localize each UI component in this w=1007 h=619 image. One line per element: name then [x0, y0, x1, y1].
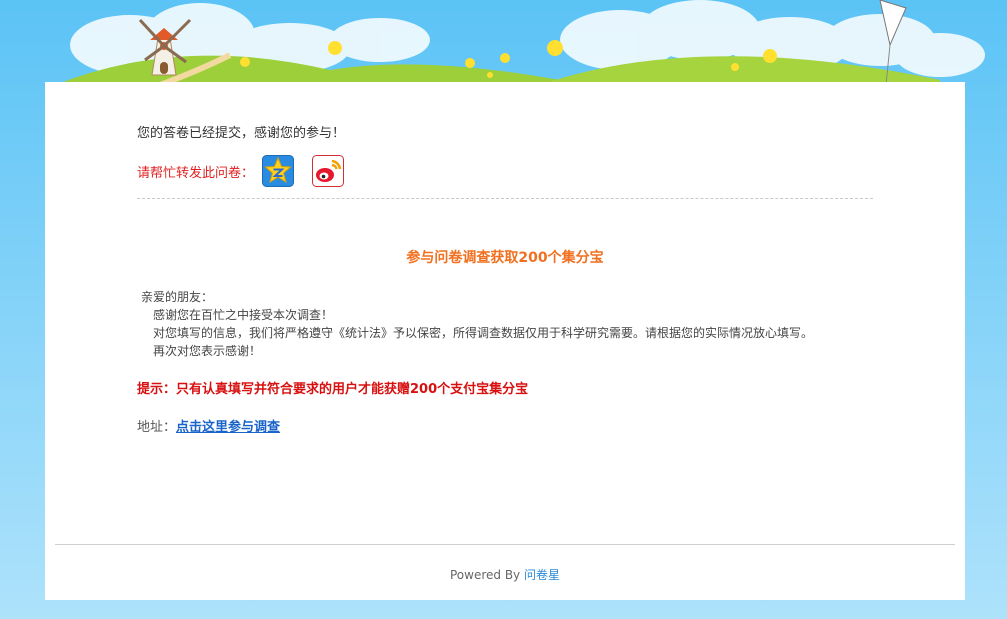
powered-by-text: Powered By [449, 568, 521, 582]
footer-divider [55, 544, 955, 545]
letter-line: 感谢您在百忙之中接受本次调查！ [153, 308, 334, 322]
brand-link[interactable]: 问卷星 [524, 568, 560, 582]
survey-headline: 参与问卷调查获取200个集分宝 [406, 250, 604, 266]
survey-link[interactable]: 点击这里参与调查 [176, 420, 280, 435]
reward-tip: 提示：只有认真填写并符合要求的用户才能获赠200个支付宝集分宝 [137, 382, 529, 397]
letter-greeting: 亲爱的朋友： [141, 290, 214, 304]
footer: Powered By 问卷星 [45, 566, 965, 583]
address-label: 地址： [137, 420, 177, 435]
share-row: 请帮忙转发此问卷： [137, 155, 345, 187]
result-card: 您的答卷已经提交，感谢您的参与！ 请帮忙转发此问卷： 参与问卷调查获取200个集… [45, 82, 965, 600]
submission-thanks-message: 您的答卷已经提交，感谢您的参与！ [137, 126, 346, 141]
share-label: 请帮忙转发此问卷： [137, 165, 255, 181]
qq-zone-icon[interactable] [262, 155, 295, 187]
survey-address: 地址：点击这里参与调查 [137, 416, 280, 435]
letter-body: 亲爱的朋友： 感谢您在百忙之中接受本次调查！ 对您填写的信息，我们将严格遵守《统… [137, 288, 813, 360]
weibo-icon[interactable] [312, 155, 345, 187]
dashed-divider [137, 198, 873, 199]
letter-line: 再次对您表示感谢！ [153, 344, 262, 358]
letter-line: 对您填写的信息，我们将严格遵守《统计法》予以保密，所得调查数据仅用于科学研究需要… [153, 326, 814, 340]
